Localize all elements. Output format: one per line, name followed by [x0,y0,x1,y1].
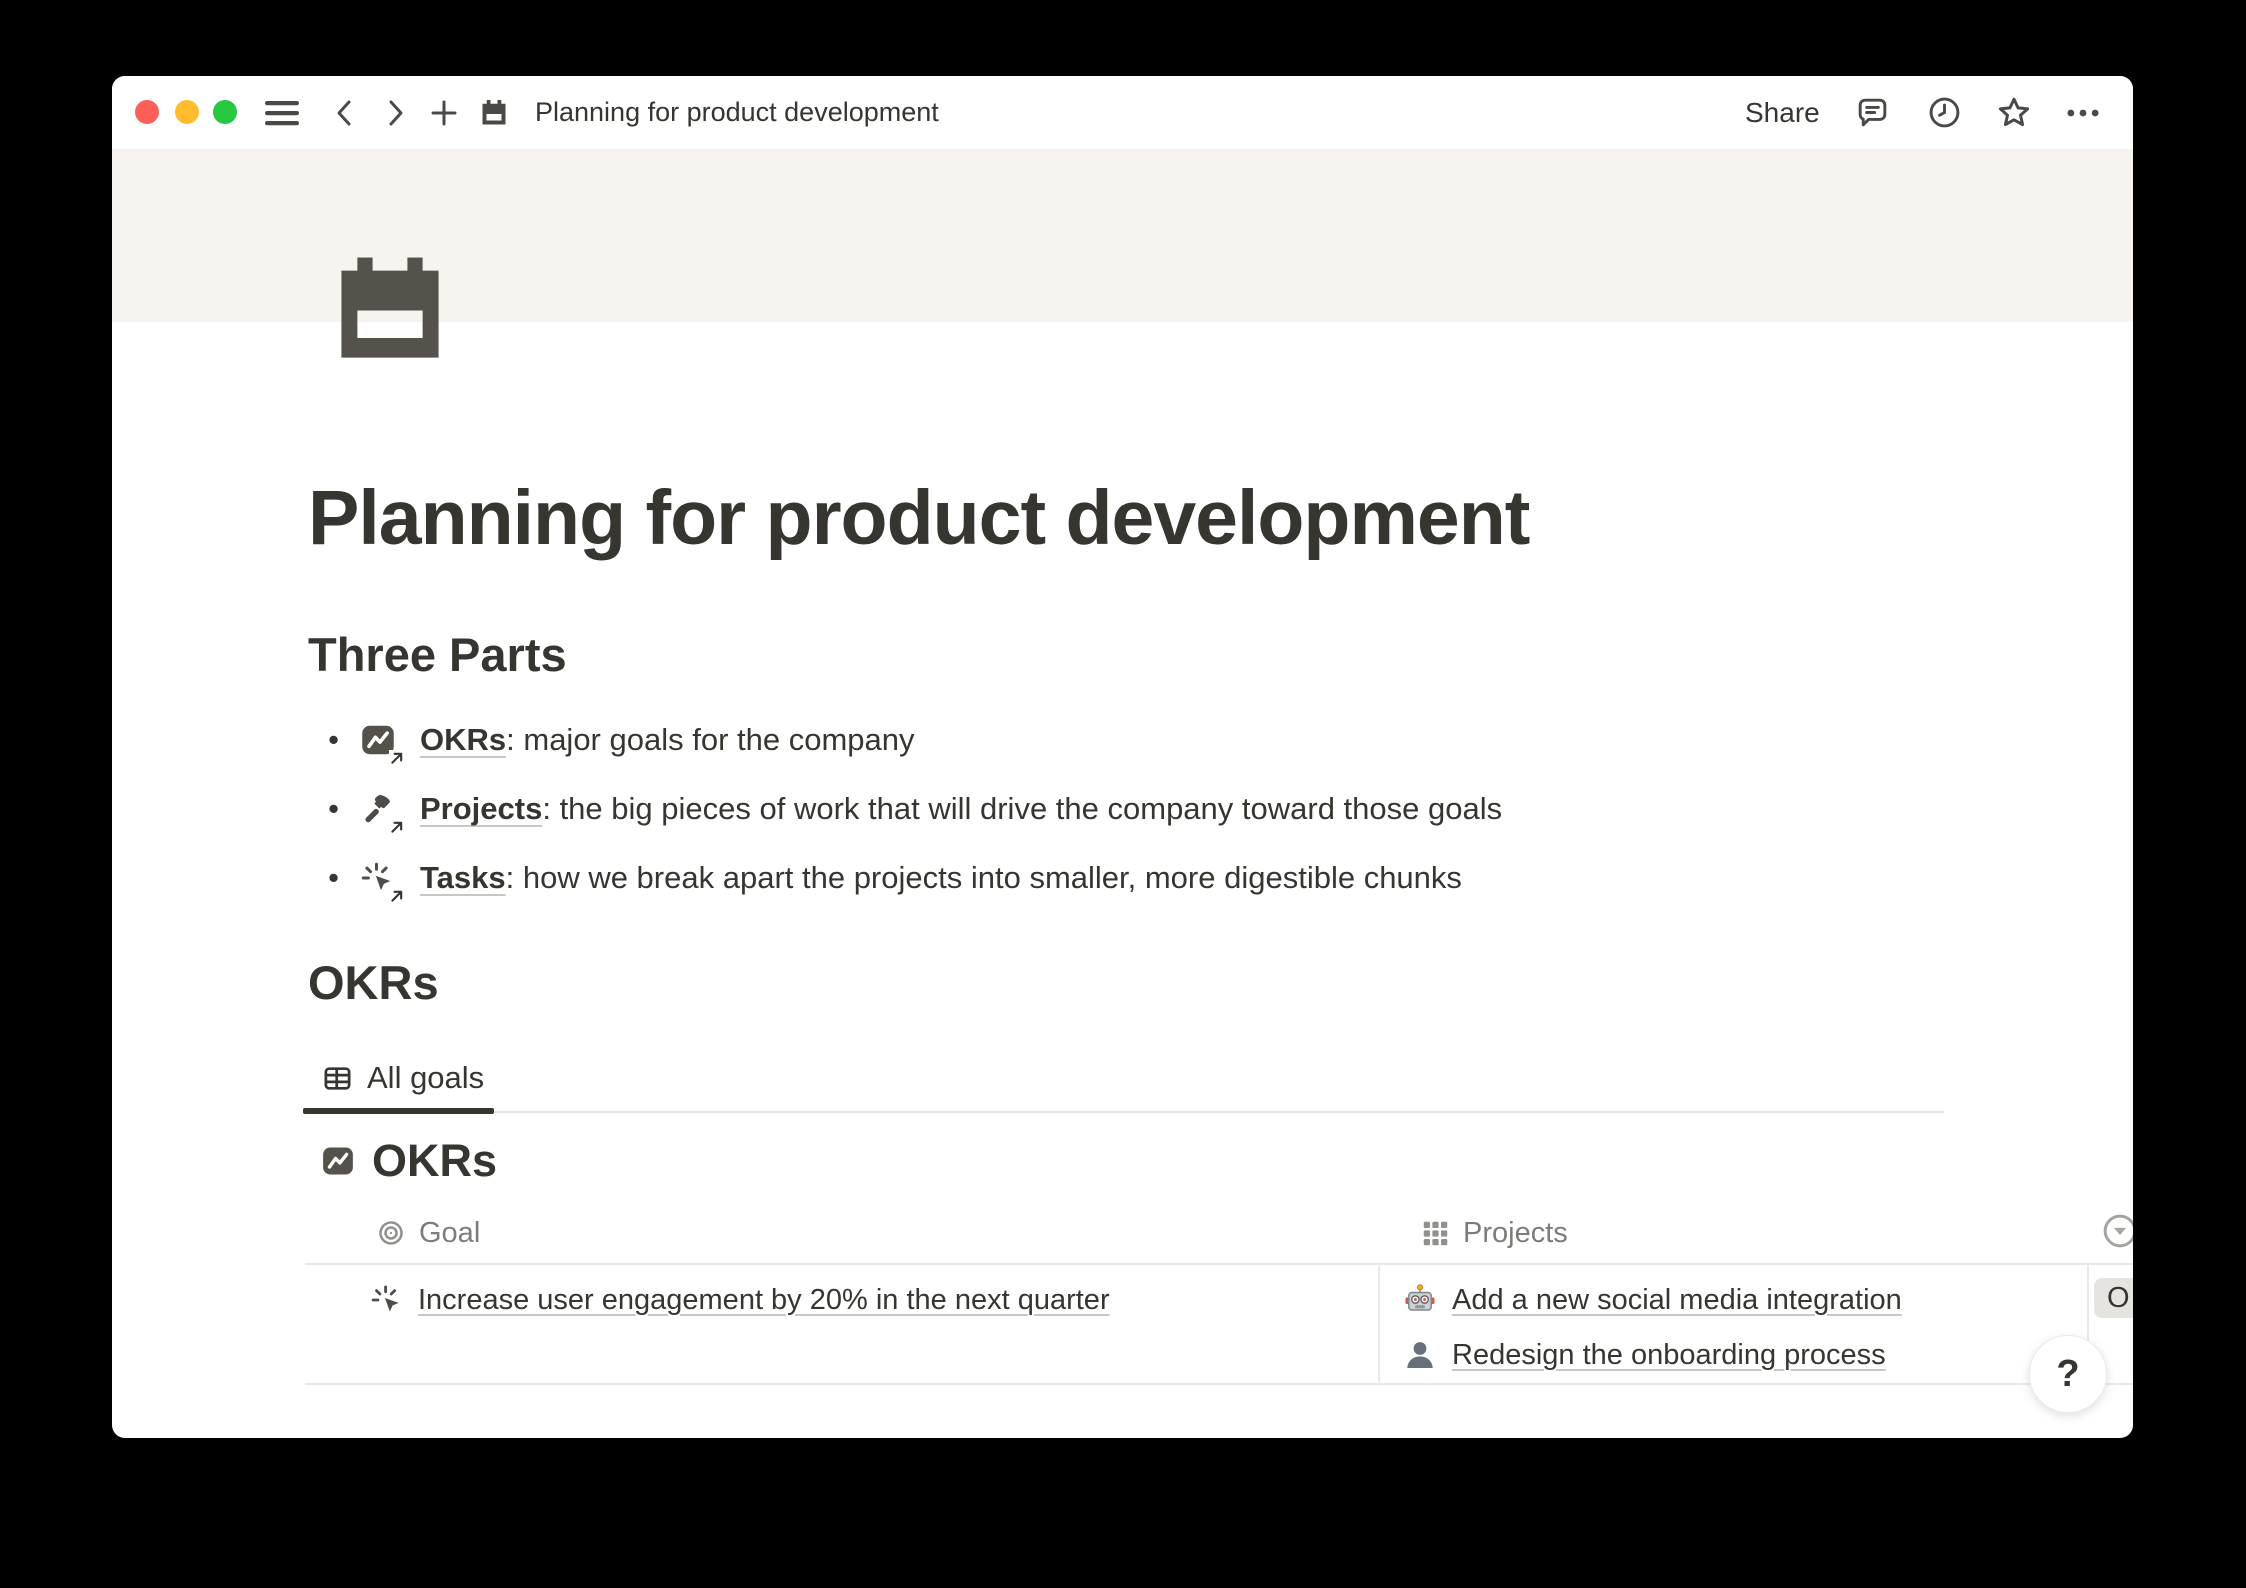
page-icon-calendar[interactable] [332,253,448,365]
close-window-button[interactable] [135,100,159,124]
table-row-border [305,1383,2133,1385]
breadcrumb-calendar-icon [479,76,509,149]
page-link-projects[interactable]: Projects [420,791,542,826]
project-link-item: Redesign the onboarding process [1402,1333,1886,1377]
more-options-icon[interactable] [2066,76,2100,149]
chart-badge-icon [321,1144,355,1178]
active-tab-indicator [303,1108,494,1114]
project-page-link[interactable]: Add a new social media integration [1452,1284,1902,1317]
favorite-star-icon[interactable] [1995,76,2033,149]
forward-icon[interactable] [384,76,408,149]
bullet-dot: • [308,860,359,896]
relation-grid-icon [1420,1218,1450,1248]
window-titlebar: Planning for product development Share [112,76,2133,149]
bullet-text: : the big pieces of work that will drive… [542,791,1502,826]
tab-all-goals-label: All goals [367,1060,484,1096]
help-button-label: ? [2056,1353,2079,1396]
page-link-tasks[interactable]: Tasks [420,860,506,895]
hammer-link-icon [359,790,397,828]
link-arrow-icon [389,750,405,766]
column-header-projects[interactable]: Projects [1420,1214,1568,1252]
table-row-goal-cell: Increase user engagement by 20% in the n… [370,1278,1110,1322]
column-header-projects-label: Projects [1463,1217,1568,1250]
person-emoji [1402,1337,1438,1373]
tab-all-goals[interactable]: All goals [322,1060,484,1096]
help-button[interactable]: ? [2029,1335,2107,1413]
table-view-icon [322,1063,353,1094]
circle-chevron-down-icon[interactable] [2100,1211,2133,1251]
project-link-item: Add a new social media integration [1402,1278,1902,1322]
bullet-dot: • [308,722,359,758]
list-item: • OKRs: major goals for the company [308,718,915,762]
comments-icon[interactable] [1854,76,1891,149]
breadcrumb-page-title[interactable]: Planning for product development [535,76,939,149]
status-tag-label: O [2107,1282,2130,1315]
hamburger-menu-icon[interactable] [265,76,299,149]
updates-clock-icon[interactable] [1926,76,1963,149]
chart-link-icon [359,721,397,759]
link-arrow-icon [389,819,405,835]
page-link-okrs[interactable]: OKRs [420,722,506,757]
robot-emoji [1402,1282,1438,1318]
click-link-icon [359,859,397,897]
zoom-window-button[interactable] [213,100,237,124]
column-header-goal-label: Goal [419,1217,480,1250]
page-title: Planning for product development [308,474,1529,563]
heading-okrs: OKRs [308,955,439,1010]
database-title-row: OKRs [321,1140,497,1182]
bullet-dot: • [308,791,359,827]
click-burst-icon [370,1283,404,1317]
target-icon [376,1218,406,1248]
goal-page-link[interactable]: Increase user engagement by 20% in the n… [418,1284,1110,1317]
back-icon[interactable] [332,76,356,149]
list-item: • Projects: the big pieces of work that … [308,787,1502,831]
notion-window: Planning for product development Share P… [112,76,2133,1438]
table-header-border [305,1263,2133,1265]
bullet-text: : how we break apart the projects into s… [506,860,1462,895]
heading-three-parts: Three Parts [308,627,567,682]
project-page-link[interactable]: Redesign the onboarding process [1452,1339,1886,1372]
minimize-window-button[interactable] [175,100,199,124]
database-title[interactable]: OKRs [372,1135,497,1187]
link-arrow-icon [389,888,405,904]
status-tag[interactable]: O [2094,1278,2133,1318]
bullet-text: : major goals for the company [506,722,914,757]
column-divider [1378,1265,1380,1383]
column-header-goal[interactable]: Goal [376,1214,480,1252]
list-item: • Tasks: how we break apart the projects… [308,856,1462,900]
share-button[interactable]: Share [1745,76,1820,149]
view-tabs-divider [303,1111,1944,1113]
plus-new-page-icon[interactable] [430,76,458,149]
